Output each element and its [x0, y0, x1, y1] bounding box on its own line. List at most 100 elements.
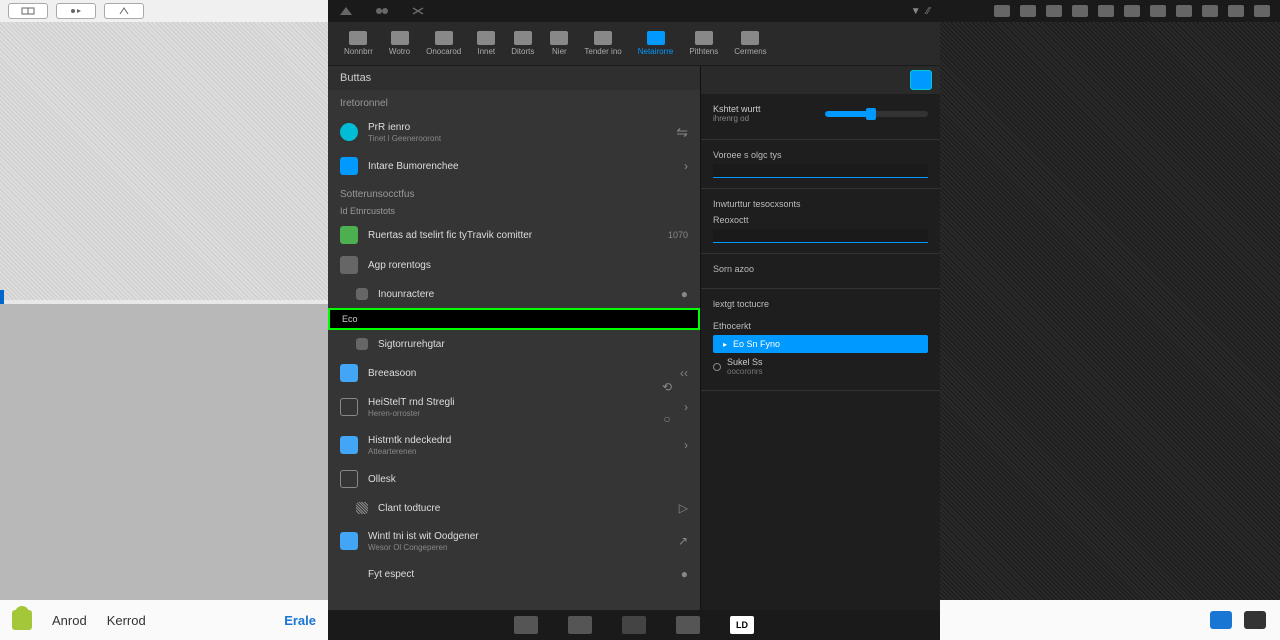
item-agp[interactable]: Agp rorentogs — [328, 250, 700, 280]
right-bottom-bar — [940, 600, 1280, 640]
primary-action-button[interactable]: Eo Sn Fyno — [713, 335, 928, 353]
square-icon — [340, 157, 358, 175]
dot-icon: ● — [681, 287, 688, 301]
side-tool-2[interactable]: ○ — [660, 412, 674, 426]
tab-cermens[interactable]: Cermens — [726, 27, 774, 60]
tray-icon-2[interactable] — [1020, 5, 1036, 17]
left-panel: Anrod Kerrod Erale — [0, 0, 328, 640]
tab-innet[interactable]: Innet — [469, 27, 503, 60]
item-breeasoon[interactable]: Breeasoon ‹‹ — [328, 358, 700, 388]
radio-option[interactable]: Sukel Ss oocoronrs — [713, 357, 928, 376]
section-personal: Iretoronnel — [328, 90, 700, 113]
tray-icon-5[interactable] — [1098, 5, 1114, 17]
wifi-icon: ⇋ — [676, 124, 688, 141]
nav-icon-3[interactable] — [622, 616, 646, 634]
item-inounractere[interactable]: Inounractere ● — [328, 280, 700, 308]
dropdown-icon[interactable]: ▼ — [911, 6, 921, 17]
item-intare[interactable]: Intare Bumorenchee › — [328, 151, 700, 181]
item-heistel[interactable]: HeiStelT rnd StregliHeren-orroster › — [328, 388, 700, 426]
text-input-2[interactable] — [713, 229, 928, 243]
center-bottom-bar: LD — [328, 610, 940, 640]
chevron-right-icon: › — [684, 159, 688, 173]
left-label-3[interactable]: Erale — [284, 613, 316, 628]
tray-icon-9[interactable] — [1202, 5, 1218, 17]
tray-icon-10[interactable] — [1228, 5, 1244, 17]
left-bottom-bar: Anrod Kerrod Erale — [0, 600, 328, 640]
nav-icon-5[interactable]: LD — [730, 616, 754, 634]
side-tool-strip: ⟲ ○ — [660, 380, 674, 426]
tab-netairorre[interactable]: Netairorre — [630, 27, 682, 60]
green-icon — [340, 226, 358, 244]
item-eco-selected[interactable]: Eco — [328, 308, 700, 330]
list-header: Buttas — [328, 66, 700, 90]
play-icon: ▷ — [679, 501, 688, 515]
left-tool-1[interactable] — [8, 3, 48, 19]
item-fyt[interactable]: Fyt espect ● — [328, 560, 700, 588]
left-preview-top — [0, 22, 328, 300]
field-label-1: Voroee s olgc tys — [713, 150, 928, 160]
tab-wotro[interactable]: Wotro — [381, 27, 418, 60]
slider-label: Kshtet wurtt — [713, 104, 817, 114]
tab-bar: Nonnbrr Wotro Onocarod Innet Ditorts Nie… — [328, 22, 940, 66]
title-icon-2[interactable] — [374, 5, 390, 17]
tray-icon-1[interactable] — [994, 5, 1010, 17]
title-icon-3[interactable] — [410, 5, 426, 17]
nav-icon-2[interactable] — [568, 616, 592, 634]
avatar-icon — [340, 123, 358, 141]
left-tool-3[interactable] — [104, 3, 144, 19]
tray-icon-4[interactable] — [1072, 5, 1088, 17]
tray-icon-6[interactable] — [1124, 5, 1140, 17]
tab-ditorts[interactable]: Ditorts — [503, 27, 542, 60]
signal-icon: ⁄⁄ — [927, 6, 930, 17]
left-preview-bottom — [0, 304, 328, 600]
rewind-icon: ‹‹ — [680, 366, 688, 380]
left-label-2[interactable]: Kerrod — [107, 613, 146, 628]
nav-icon-4[interactable] — [676, 616, 700, 634]
subsection-label: Id Etnrcustots — [328, 204, 700, 220]
detail-action-button[interactable] — [910, 70, 932, 90]
gray-icon — [340, 256, 358, 274]
tray-icon-7[interactable] — [1150, 5, 1166, 17]
detail-column: Kshtet wurtt ihrenrg od Voroee s olgc ty… — [700, 66, 940, 610]
tab-tender[interactable]: Tender ino — [576, 27, 629, 60]
badge-count: 1070 — [668, 230, 688, 240]
item-wintl[interactable]: Wintl tni ist wit OodgenerWesor Ol Conge… — [328, 522, 700, 560]
tray-icon-8[interactable] — [1176, 5, 1192, 17]
title-bar: ▼ ⁄⁄ — [328, 0, 940, 22]
tab-nonnbrr[interactable]: Nonnbrr — [336, 27, 381, 60]
right-panel — [940, 0, 1280, 640]
item-ruertas[interactable]: Ruertas ad tselirt fic tyTravik comitter… — [328, 220, 700, 250]
brightness-slider[interactable] — [825, 111, 929, 117]
left-toolbar — [0, 0, 328, 22]
radio-icon — [713, 363, 721, 371]
section-title-2: Inwturttur tesocxsonts — [713, 199, 928, 209]
outline-icon-2 — [340, 470, 358, 488]
item-histrntk[interactable]: Histrntk ndeckedrdAttearterenen › — [328, 426, 700, 464]
small-icon — [356, 288, 368, 300]
nav-icon-1[interactable] — [514, 616, 538, 634]
item-ollesk[interactable]: Ollesk — [328, 464, 700, 494]
tray-icon-11[interactable] — [1254, 5, 1270, 17]
text-input-1[interactable] — [713, 164, 928, 178]
right-system-tray — [940, 0, 1280, 22]
left-label-1[interactable]: Anrod — [52, 613, 87, 628]
side-tool-1[interactable]: ⟲ — [660, 380, 674, 394]
tab-nier[interactable]: Nier — [542, 27, 576, 60]
tab-onocarod[interactable]: Onocarod — [418, 27, 469, 60]
taskbar-icon-1[interactable] — [1210, 611, 1232, 629]
section-title-3: Sorn azoo — [713, 264, 928, 274]
small-icon-2 — [356, 338, 368, 350]
tray-icon-3[interactable] — [1046, 5, 1062, 17]
item-sigtor[interactable]: Sigtorrurehgtar — [328, 330, 700, 358]
left-tool-2[interactable] — [56, 3, 96, 19]
title-icon-1[interactable] — [338, 5, 354, 17]
chevron-right-icon: › — [684, 438, 688, 452]
taskbar-icon-2[interactable] — [1244, 611, 1266, 629]
blue-icon — [340, 364, 358, 382]
blue-icon-3 — [340, 532, 358, 550]
center-app: ▼ ⁄⁄ Nonnbrr Wotro Onocarod Innet Ditort… — [328, 0, 940, 640]
android-icon — [12, 610, 32, 630]
tab-pithtens[interactable]: Pithtens — [681, 27, 726, 60]
item-clant[interactable]: Clant todtucre ▷ — [328, 494, 700, 522]
item-profile[interactable]: PrR ienroTinet l Geenerooront ⇋ — [328, 113, 700, 151]
